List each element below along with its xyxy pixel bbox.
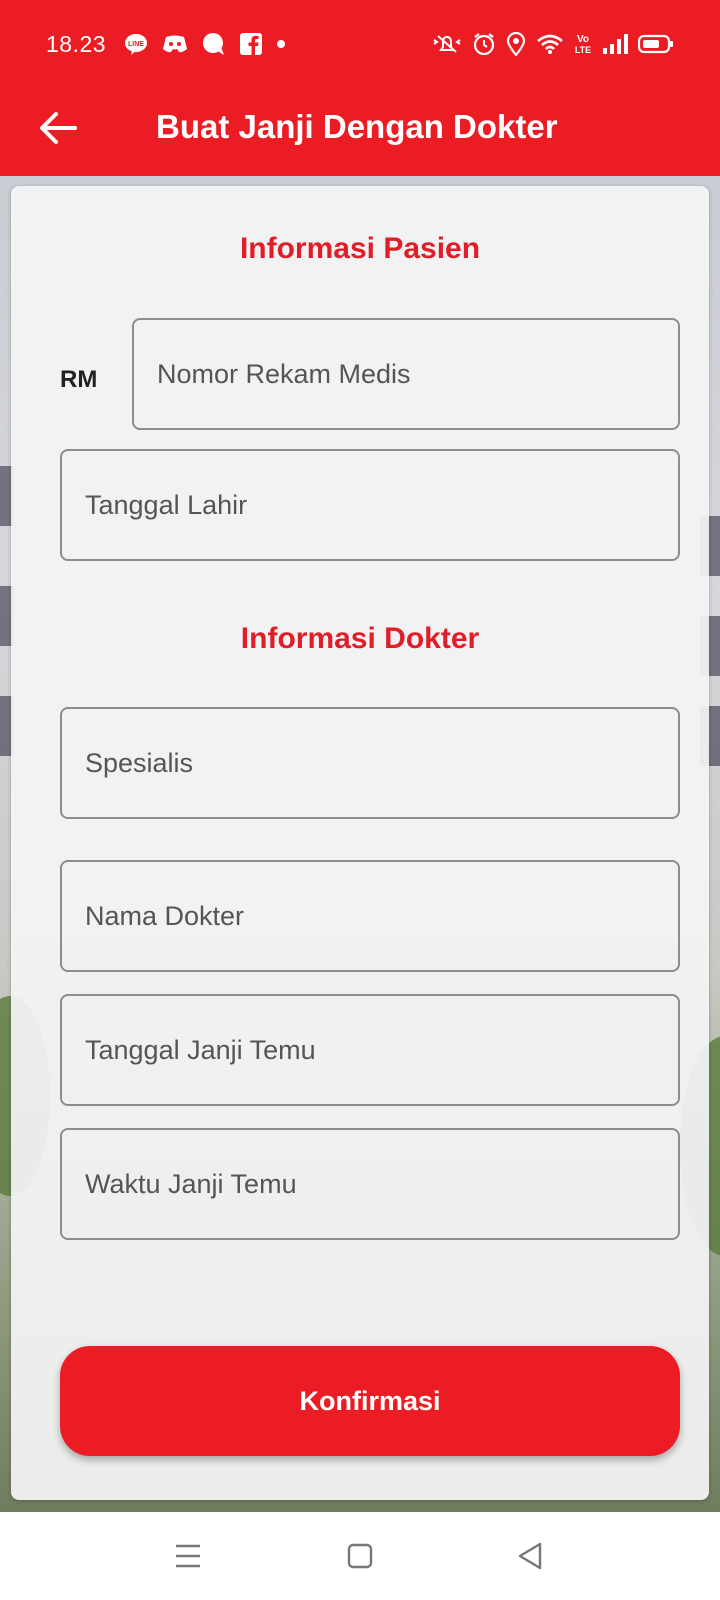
doctor-name-input[interactable] (85, 900, 678, 932)
rm-input[interactable] (157, 358, 678, 390)
svg-text:Vo: Vo (577, 34, 589, 45)
arrow-left-icon (39, 111, 77, 150)
patient-section-title: Informasi Pasien (239, 232, 481, 265)
app-bar: Buat Janji Dengan Dokter (0, 88, 720, 176)
status-time: 18.23 (46, 30, 107, 57)
battery-icon (638, 34, 674, 54)
birth-date-input[interactable] (85, 489, 678, 521)
volte-icon: Vo LTE (574, 32, 592, 56)
mute-icon (432, 32, 462, 56)
line-icon: LINE (124, 33, 148, 55)
birth-date-field[interactable] (60, 449, 680, 561)
svg-text:LTE: LTE (575, 45, 591, 55)
dot-icon (276, 39, 286, 49)
status-bar: 18.23 LINE Vo LTE (0, 0, 720, 88)
discord-icon (162, 34, 188, 54)
appointment-date-input[interactable] (85, 1034, 678, 1066)
appointment-date-field[interactable] (60, 994, 680, 1106)
notification-icons: LINE (124, 32, 286, 56)
system-status-icons: Vo LTE (432, 32, 674, 56)
appointment-time-input[interactable] (85, 1168, 678, 1200)
svg-text:LINE: LINE (128, 41, 144, 48)
rm-label: RM (60, 366, 98, 393)
doctor-section-title: Informasi Dokter (240, 622, 480, 655)
home-square-icon[interactable] (338, 1534, 382, 1578)
doctor-name-field[interactable] (60, 860, 680, 972)
confirm-button[interactable]: Konfirmasi (60, 1346, 680, 1456)
page-title: Buat Janji Dengan Dokter (156, 108, 558, 145)
screen: 18.23 LINE Vo LTE Buat Janji Dengan Dokt… (0, 0, 720, 1600)
system-nav-bar (0, 1512, 720, 1600)
specialist-field[interactable] (60, 707, 680, 819)
back-button[interactable] (34, 106, 82, 154)
appointment-time-field[interactable] (60, 1128, 680, 1240)
location-icon (506, 32, 526, 56)
wifi-icon (536, 33, 564, 55)
back-triangle-icon[interactable] (508, 1534, 552, 1578)
alarm-icon (472, 32, 496, 56)
specialist-input[interactable] (85, 747, 678, 779)
messenger-icon (202, 32, 226, 56)
signal-icon (602, 34, 628, 54)
rm-field[interactable] (132, 318, 680, 430)
top-bar: 18.23 LINE Vo LTE Buat Janji Dengan Dokt… (0, 0, 720, 176)
appointment-form-card: Informasi Pasien RM Informasi Dokter Kon… (11, 186, 709, 1500)
facebook-icon (240, 33, 263, 55)
menu-icon[interactable] (166, 1534, 210, 1578)
